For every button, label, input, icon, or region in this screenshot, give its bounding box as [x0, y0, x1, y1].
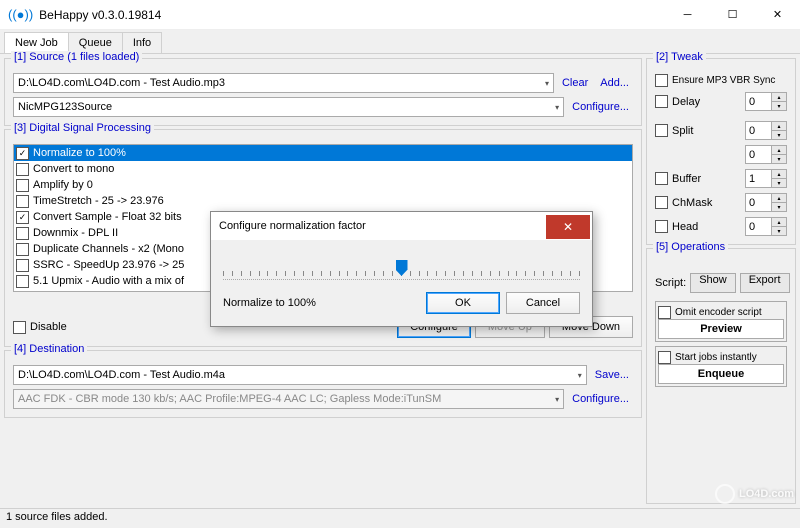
watermark: LO4D.com — [715, 484, 794, 504]
group-ops-title: [5] Operations — [653, 241, 728, 253]
ops-script-label: Script: — [655, 277, 686, 289]
tweak-chmask-checkbox[interactable] — [655, 196, 668, 209]
chevron-down-icon: ▾ — [578, 371, 582, 380]
window-title: BeHappy v0.3.0.19814 — [39, 8, 665, 22]
dsp-item-label: 5.1 Upmix - Audio with a mix of — [33, 275, 184, 287]
dsp-item-label: SSRC - SpeedUp 23.976 -> 25 — [33, 259, 184, 271]
tab-info[interactable]: Info — [122, 32, 162, 53]
tweak-buffer-label: Buffer — [672, 173, 741, 185]
source-decoder-value: NicMPG123Source — [18, 101, 112, 113]
group-destination: [4] Destination D:\LO4D.com\LO4D.com - T… — [4, 350, 642, 418]
source-configure-link[interactable]: Configure... — [568, 101, 633, 113]
dialog-title: Configure normalization factor — [219, 220, 366, 232]
titlebar: ((●)) BeHappy v0.3.0.19814 ─ ☐ ✕ — [0, 0, 800, 30]
configure-dialog: Configure normalization factor ✕ Normali… — [210, 211, 593, 327]
dsp-item-checkbox[interactable] — [16, 275, 29, 288]
close-button[interactable]: ✕ — [755, 0, 800, 30]
dsp-item-label: Amplify by 0 — [33, 179, 93, 191]
app-icon: ((●)) — [8, 7, 33, 22]
dialog-close-button[interactable]: ✕ — [546, 215, 590, 239]
dsp-list-item[interactable]: TimeStretch - 25 -> 23.976 — [14, 193, 632, 209]
dsp-item-checkbox[interactable] — [16, 227, 29, 240]
tweak-ensure-label: Ensure MP3 VBR Sync — [672, 75, 787, 86]
ops-export-button[interactable]: Export — [740, 273, 790, 293]
tab-queue[interactable]: Queue — [68, 32, 123, 53]
dsp-item-checkbox[interactable] — [16, 259, 29, 272]
status-bar: 1 source files added. — [0, 508, 800, 528]
ops-show-button[interactable]: Show — [690, 273, 736, 293]
dsp-item-checkbox[interactable] — [16, 179, 29, 192]
group-tweak: [2] Tweak Ensure MP3 VBR Sync Delay 0▴▾ … — [646, 58, 796, 245]
dest-encoder-value: AAC FDK - CBR mode 130 kb/s; AAC Profile… — [18, 393, 441, 405]
chevron-down-icon: ▾ — [555, 395, 559, 404]
ops-omit-checkbox[interactable] — [658, 306, 671, 319]
group-dsp-title: [3] Digital Signal Processing — [11, 122, 154, 134]
dsp-item-checkbox[interactable] — [16, 243, 29, 256]
tweak-delay-label: Delay — [672, 96, 741, 108]
tweak-chmask-label: ChMask — [672, 197, 741, 209]
tweak-ensure-checkbox[interactable] — [655, 74, 668, 87]
group-operations: [5] Operations Script: Show Export Omit … — [646, 248, 796, 504]
source-add-link[interactable]: Add... — [596, 77, 633, 89]
dest-configure-link[interactable]: Configure... — [568, 393, 633, 405]
dest-file-value: D:\LO4D.com\LO4D.com - Test Audio.m4a — [18, 369, 225, 381]
group-tweak-title: [2] Tweak — [653, 51, 706, 63]
dsp-list-item[interactable]: ✓ Normalize to 100% — [14, 145, 632, 161]
source-file-value: D:\LO4D.com\LO4D.com - Test Audio.mp3 — [18, 77, 225, 89]
ops-preview-button[interactable]: Preview — [658, 319, 784, 339]
dsp-item-checkbox[interactable] — [16, 163, 29, 176]
maximize-button[interactable]: ☐ — [710, 0, 755, 30]
tweak-head-checkbox[interactable] — [655, 220, 668, 233]
tweak-chmask-spin[interactable]: 0▴▾ — [745, 193, 787, 212]
watermark-text: LO4D.com — [739, 488, 794, 500]
ops-start-label: Start jobs instantly — [675, 352, 757, 363]
dsp-item-label: Convert Sample - Float 32 bits — [33, 211, 182, 223]
tweak-buffer-checkbox[interactable] — [655, 172, 668, 185]
dsp-item-label: Normalize to 100% — [33, 147, 126, 159]
tweak-head-label: Head — [672, 221, 741, 233]
tweak-buffer-spin[interactable]: 1▴▾ — [745, 169, 787, 188]
dest-save-link[interactable]: Save... — [591, 369, 633, 381]
minimize-button[interactable]: ─ — [665, 0, 710, 30]
source-file-combo[interactable]: D:\LO4D.com\LO4D.com - Test Audio.mp3 ▾ — [13, 73, 554, 93]
dsp-disable-label: Disable — [30, 321, 67, 333]
tweak-delay-spin[interactable]: 0▴▾ — [745, 92, 787, 111]
dest-file-combo[interactable]: D:\LO4D.com\LO4D.com - Test Audio.m4a ▾ — [13, 365, 587, 385]
dialog-cancel-button[interactable]: Cancel — [506, 292, 580, 314]
dsp-item-label: Downmix - DPL II — [33, 227, 118, 239]
chevron-down-icon: ▾ — [545, 79, 549, 88]
tweak-split-checkbox[interactable] — [655, 124, 668, 137]
dsp-list-item[interactable]: Amplify by 0 — [14, 177, 632, 193]
source-decoder-combo[interactable]: NicMPG123Source ▾ — [13, 97, 564, 117]
normalize-slider[interactable] — [223, 256, 580, 280]
globe-icon — [715, 484, 735, 504]
ops-enqueue-button[interactable]: Enqueue — [658, 364, 784, 384]
status-text: 1 source files added. — [6, 511, 108, 523]
tab-new-job[interactable]: New Job — [4, 32, 69, 53]
dsp-item-checkbox[interactable]: ✓ — [16, 147, 29, 160]
tweak-head-spin[interactable]: 0▴▾ — [745, 217, 787, 236]
dsp-item-label: Convert to mono — [33, 163, 114, 175]
tweak-split-label: Split — [672, 125, 741, 137]
ops-omit-label: Omit encoder script — [675, 307, 762, 318]
dsp-item-label: Duplicate Channels - x2 (Mono — [33, 243, 184, 255]
dsp-item-checkbox[interactable] — [16, 195, 29, 208]
chevron-down-icon: ▾ — [555, 103, 559, 112]
dialog-value-label: Normalize to 100% — [223, 297, 420, 309]
dsp-list-item[interactable]: Convert to mono — [14, 161, 632, 177]
group-source-title: [1] Source (1 files loaded) — [11, 51, 142, 63]
source-clear-link[interactable]: Clear — [558, 77, 592, 89]
tweak-split-spin2[interactable]: 0▴▾ — [745, 145, 787, 164]
ops-start-checkbox[interactable] — [658, 351, 671, 364]
dsp-item-checkbox[interactable]: ✓ — [16, 211, 29, 224]
dialog-ok-button[interactable]: OK — [426, 292, 500, 314]
dsp-disable-checkbox[interactable] — [13, 321, 26, 334]
dest-encoder-combo[interactable]: AAC FDK - CBR mode 130 kb/s; AAC Profile… — [13, 389, 564, 409]
tweak-split-spin1[interactable]: 0▴▾ — [745, 121, 787, 140]
group-dest-title: [4] Destination — [11, 343, 87, 355]
dsp-item-label: TimeStretch - 25 -> 23.976 — [33, 195, 164, 207]
group-source: [1] Source (1 files loaded) D:\LO4D.com\… — [4, 58, 642, 126]
dialog-titlebar[interactable]: Configure normalization factor ✕ — [211, 212, 592, 240]
tweak-delay-checkbox[interactable] — [655, 95, 668, 108]
